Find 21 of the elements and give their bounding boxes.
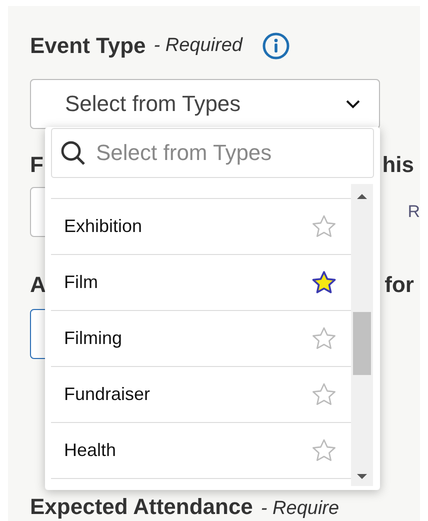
- dropdown-option[interactable]: Exhibition: [51, 199, 351, 255]
- dropdown-option[interactable]: Filming: [51, 311, 351, 367]
- field-label: Event Type: [30, 32, 146, 60]
- search-icon: [60, 140, 86, 166]
- heading-fragment: F: [30, 150, 44, 178]
- info-icon: [262, 32, 290, 60]
- scrollbar-thumb[interactable]: [353, 312, 371, 375]
- required-note: - Require: [260, 498, 340, 520]
- chevron-down-icon: [345, 98, 361, 108]
- dropdown-option[interactable]: Health: [51, 423, 351, 479]
- scrollbar[interactable]: [351, 184, 373, 486]
- heading-fragment: A: [30, 270, 46, 298]
- select-dropdown[interactable]: Select from Types: [30, 78, 380, 128]
- heading-fragment: for: [384, 270, 414, 298]
- dropdown-option[interactable]: Fundraiser: [51, 367, 351, 423]
- required-note: - Required: [154, 34, 242, 58]
- search-field[interactable]: Select from Types: [51, 128, 374, 178]
- side-text: R: [408, 200, 420, 223]
- heading-fragment: his: [382, 150, 414, 178]
- field-label: Expected Attendance: [30, 492, 253, 520]
- dropdown-option[interactable]: Film: [51, 255, 351, 311]
